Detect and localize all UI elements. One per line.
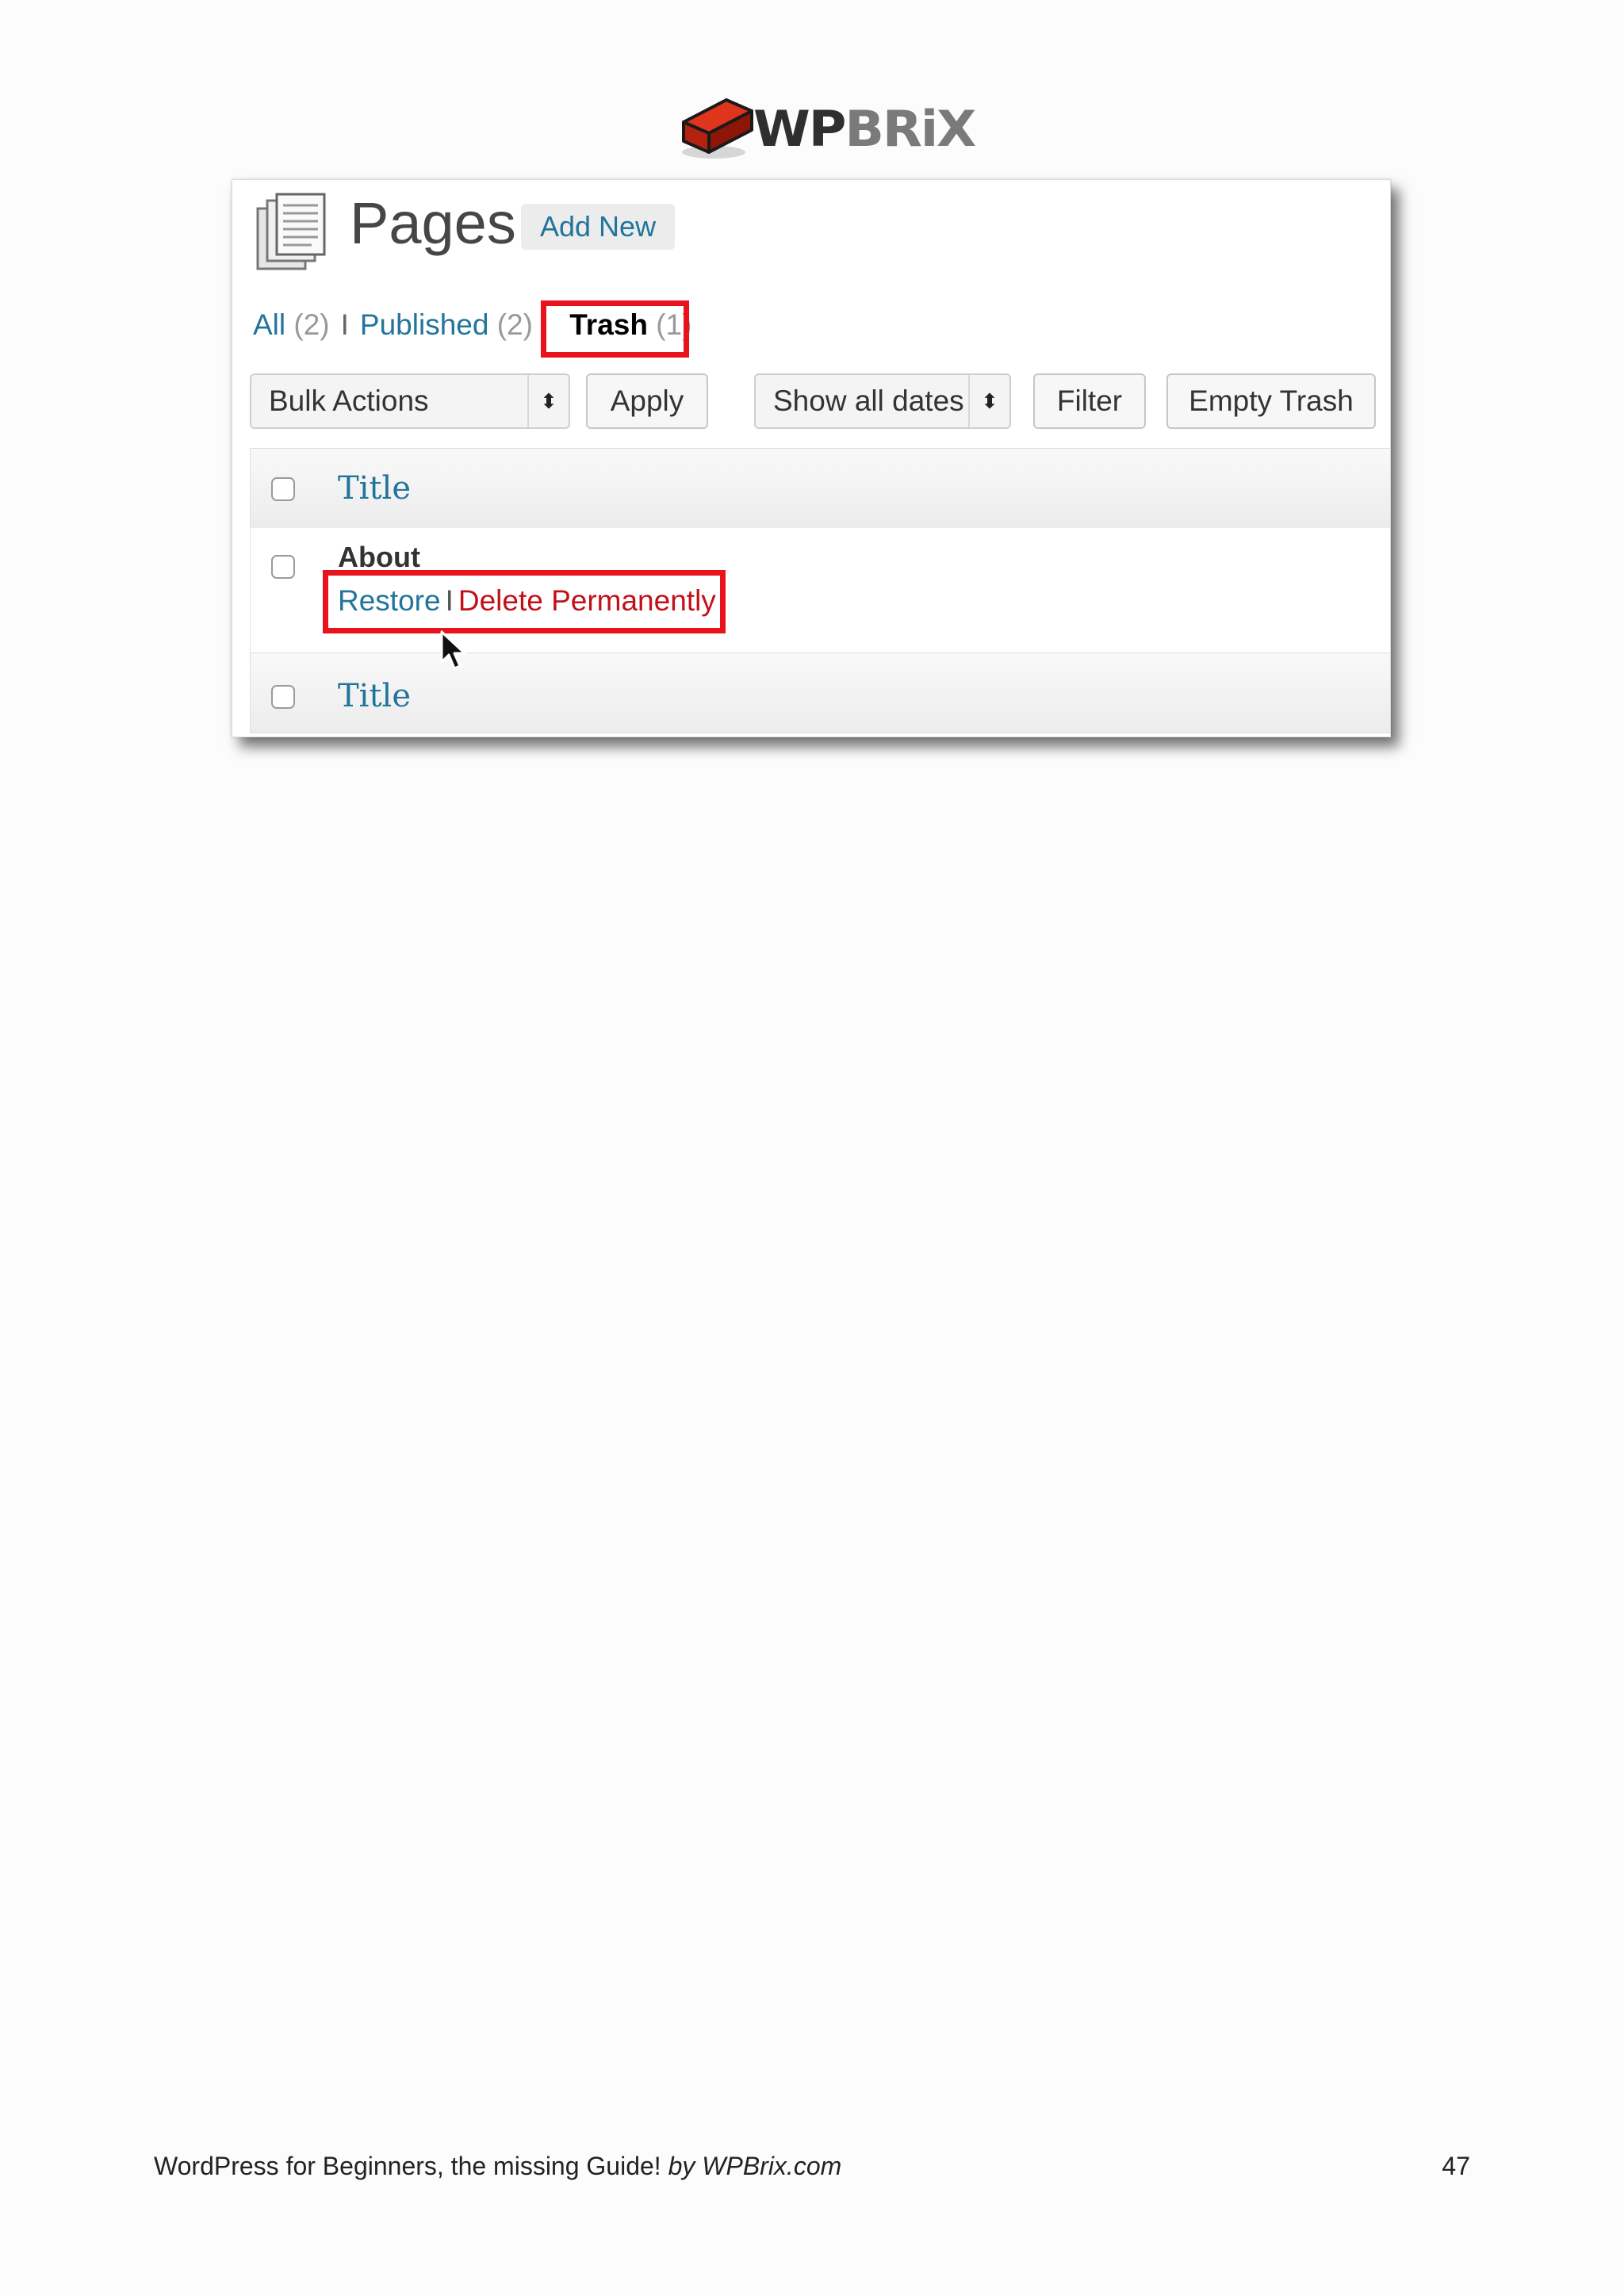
dates-select[interactable]: Show all dates ⬍	[754, 373, 1011, 429]
filter-all-label: All	[253, 308, 286, 341]
book-footer: WordPress for Beginners, the missing Gui…	[154, 2152, 841, 2181]
table-footer: Title	[251, 652, 1390, 733]
filter-separator: I	[340, 308, 349, 341]
book-title: WordPress for Beginners, the missing Gui…	[154, 2152, 661, 2180]
book-author: by WPBrix.com	[668, 2152, 842, 2180]
filter-published-label: Published	[359, 308, 489, 341]
title-column-footer[interactable]: Title	[338, 680, 411, 712]
filter-published-count: (2)	[496, 308, 533, 341]
bulk-actions-value: Bulk Actions	[269, 385, 429, 417]
brick-icon	[682, 98, 753, 159]
select-all-checkbox[interactable]	[271, 477, 295, 501]
logo-text-b: B	[845, 100, 884, 158]
filter-button[interactable]: Filter	[1033, 373, 1146, 429]
add-new-button[interactable]: Add New	[521, 204, 676, 250]
row-checkbox[interactable]	[271, 555, 295, 579]
apply-button[interactable]: Apply	[586, 373, 708, 429]
select-arrows-icon: ⬍	[968, 375, 1009, 427]
mouse-cursor-icon	[440, 630, 466, 670]
filter-published-link[interactable]: Published (2)	[360, 308, 533, 341]
trash-highlight-box	[541, 300, 689, 358]
dates-value: Show all dates	[773, 385, 964, 417]
row-actions-highlight-box	[323, 570, 726, 633]
empty-trash-button[interactable]: Empty Trash	[1166, 373, 1376, 429]
row-title: About	[338, 541, 420, 573]
filter-all-count: (2)	[293, 308, 330, 341]
logo-text-wp: WP	[753, 100, 846, 158]
bulk-actions-select[interactable]: Bulk Actions ⬍	[250, 373, 570, 429]
filter-all-link[interactable]: All (2)	[253, 308, 330, 341]
page-number: 47	[1442, 2152, 1470, 2180]
select-all-checkbox-footer[interactable]	[271, 685, 295, 709]
page-title: Pages	[350, 190, 516, 256]
title-column-header[interactable]: Title	[338, 473, 411, 504]
table-header: Title	[251, 449, 1390, 529]
pages-icon	[256, 193, 326, 270]
wpbrix-logo: WPBRiX	[679, 94, 976, 173]
logo-text-rix: RiX	[882, 100, 976, 158]
logo-wordmark: WPBRiX	[753, 105, 976, 154]
pages-screenshot: Pages Add New All (2) I Published (2) Tras…	[232, 179, 1391, 737]
select-arrows-icon: ⬍	[527, 375, 569, 427]
